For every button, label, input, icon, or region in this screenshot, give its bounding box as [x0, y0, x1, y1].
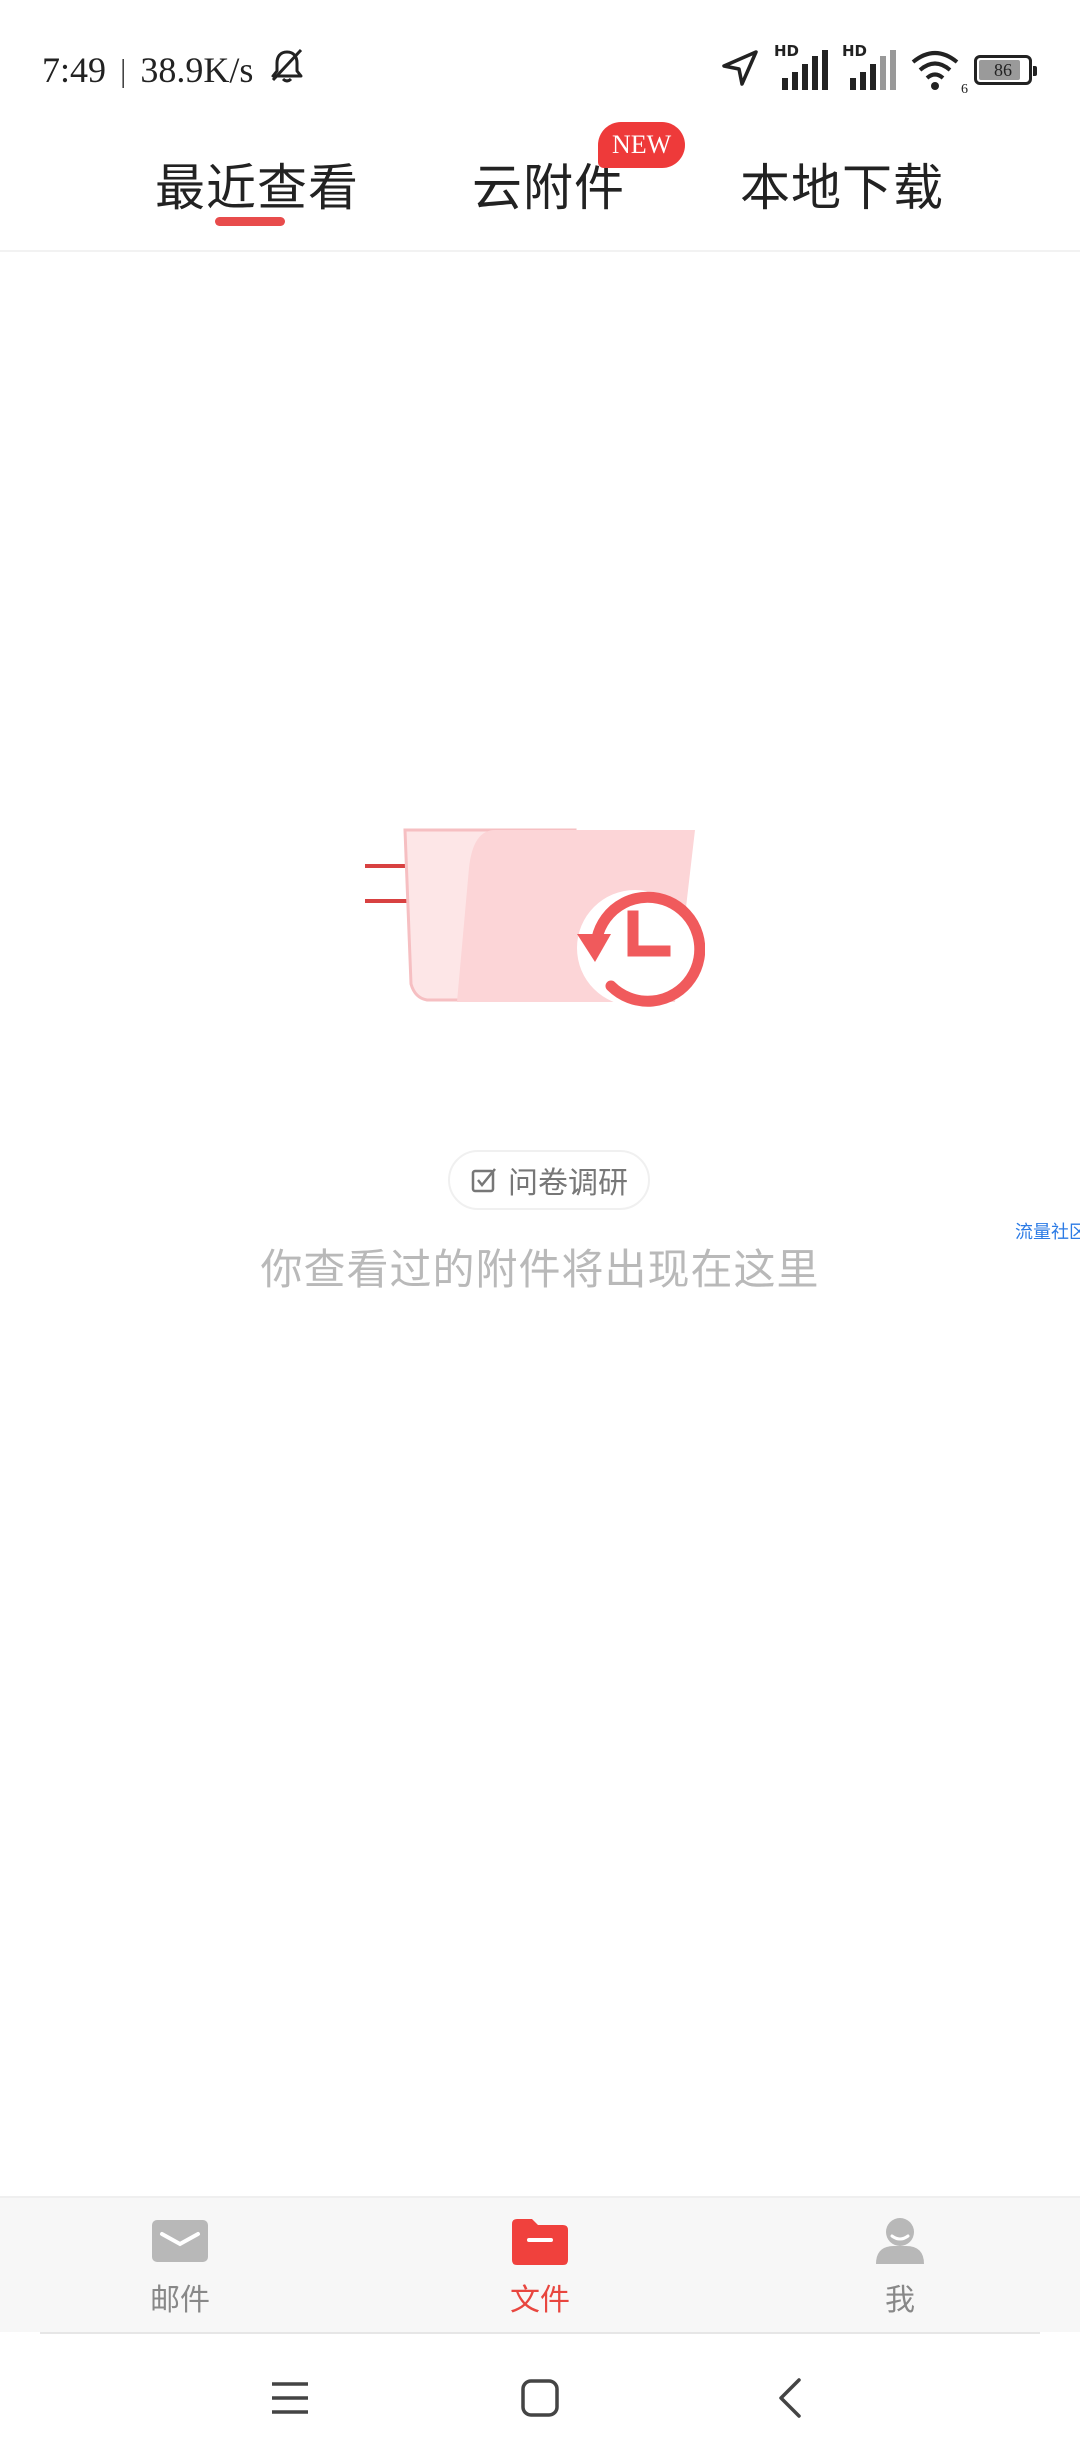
- active-tab-indicator: [215, 217, 285, 226]
- empty-state-message: 你查看过的附件将出现在这里: [260, 1248, 820, 1294]
- menu-icon: [270, 2380, 310, 2421]
- status-separator: |: [120, 51, 127, 88]
- new-badge: NEW: [598, 122, 686, 168]
- bottom-navigation: 邮件 文件 我: [0, 2196, 1080, 2334]
- survey-label: 问卷调研: [508, 1167, 628, 1200]
- home-button[interactable]: [510, 2372, 570, 2428]
- home-icon: [520, 2378, 560, 2423]
- battery-icon: 86: [974, 55, 1037, 85]
- bell-off-icon: [267, 46, 307, 95]
- menu-button[interactable]: [260, 2372, 320, 2428]
- wifi-icon: 6: [910, 48, 968, 97]
- nav-label-me: 我: [885, 2284, 915, 2317]
- network-speed: 38.9K/s: [140, 50, 254, 90]
- back-icon: [775, 2377, 805, 2424]
- nav-label-mail: 邮件: [150, 2284, 210, 2317]
- tab-recent[interactable]: 最近查看: [155, 148, 359, 218]
- signal-icon: HD: [842, 42, 896, 92]
- profile-icon: [870, 2216, 930, 2271]
- wifi-sub-label: 6: [961, 82, 968, 97]
- mail-icon: [150, 2216, 210, 2271]
- tab-bar: 最近查看 云附件 NEW 本地下载: [0, 122, 1080, 252]
- nav-item-files[interactable]: 文件: [480, 2216, 600, 2326]
- signal-icon: HD: [774, 42, 828, 92]
- status-bar: 7:49 | 38.9K/s HD HD 6 86: [0, 0, 1080, 130]
- location-arrow-icon: [720, 48, 760, 93]
- checkbox-icon: [470, 1166, 498, 1194]
- nav-item-mail[interactable]: 邮件: [120, 2216, 240, 2326]
- back-button[interactable]: [760, 2372, 820, 2428]
- status-right: HD HD 6 86: [720, 42, 1037, 98]
- nav-label-files: 文件: [510, 2284, 570, 2317]
- folder-icon: [510, 2216, 570, 2271]
- status-time: 7:49: [42, 50, 107, 90]
- nav-item-me[interactable]: 我: [840, 2216, 960, 2326]
- system-navigation-bar: [0, 2334, 1080, 2460]
- status-left: 7:49 | 38.9K/s: [42, 40, 307, 100]
- recent-file-history-icon: [365, 826, 706, 1016]
- edge-floating-text[interactable]: 流量社区: [1015, 1218, 1080, 1244]
- survey-button[interactable]: 问卷调研: [448, 1150, 650, 1210]
- tab-local-downloads[interactable]: 本地下载: [740, 148, 944, 218]
- battery-level: 86: [994, 59, 1012, 80]
